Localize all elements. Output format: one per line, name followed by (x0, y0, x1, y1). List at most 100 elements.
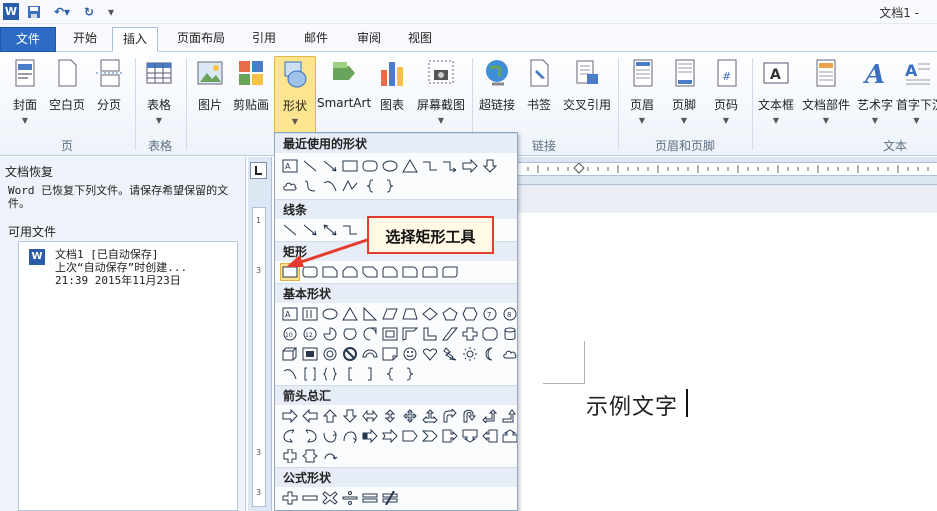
left-right-arrow-callout-shape-icon[interactable] (300, 447, 320, 465)
moon-shape-icon[interactable] (480, 345, 500, 363)
tab-mailings[interactable]: 邮件 (295, 27, 337, 52)
word-app-icon[interactable]: W (3, 3, 19, 20)
round-same-side-rectangle-shape-icon[interactable] (420, 263, 440, 281)
curved-left-arrow-shape-icon[interactable] (300, 427, 320, 445)
clip-art-button[interactable]: 剪贴画 (230, 56, 272, 136)
can-shape-icon[interactable] (500, 325, 517, 343)
diagonal-stripe-shape-icon[interactable] (440, 325, 460, 343)
diamond-shape-icon[interactable] (420, 305, 440, 323)
arc-shape-icon[interactable] (320, 177, 340, 195)
dodecagon-shape-icon[interactable]: 12 (300, 325, 320, 343)
equal-sign-shape-icon[interactable] (360, 489, 380, 507)
chart-button[interactable]: 图表 (373, 56, 411, 136)
left-brace-shape-icon[interactable] (380, 365, 400, 383)
cover-page-button[interactable]: 封面 ▼ (6, 56, 44, 136)
down-arrow-callout-shape-icon[interactable] (460, 427, 480, 445)
quad-arrow-callout-shape-icon[interactable] (280, 447, 300, 465)
plus-sign-shape-icon[interactable] (280, 489, 300, 507)
plaque-shape-icon[interactable] (480, 325, 500, 343)
quad-arrow-shape-icon[interactable] (400, 407, 420, 425)
triangle-shape-icon[interactable] (400, 157, 420, 175)
double-bracket-shape-icon[interactable] (300, 365, 320, 383)
parallelogram-shape-icon[interactable] (380, 305, 400, 323)
wordart-button[interactable]: A 艺术字 ▼ (855, 56, 895, 136)
left-right-up-arrow-shape-icon[interactable] (420, 407, 440, 425)
right-brace-shape-icon[interactable] (380, 177, 400, 195)
curved-up-arrow-shape-icon[interactable] (320, 427, 340, 445)
heptagon-shape-icon[interactable]: 7 (480, 305, 500, 323)
arc-shape-icon[interactable] (280, 365, 300, 383)
frame-shape-icon[interactable] (380, 325, 400, 343)
bookmark-button[interactable]: 书签 (520, 56, 558, 136)
block-arc-shape-icon[interactable] (360, 345, 380, 363)
octagon-shape-icon[interactable]: 8 (500, 305, 517, 323)
quick-parts-button[interactable]: 文档部件 ▼ (799, 56, 853, 136)
teardrop-shape-icon[interactable] (360, 325, 380, 343)
right-arrow-shape-icon[interactable] (460, 157, 480, 175)
undo-icon[interactable]: ↶▾ (48, 3, 76, 20)
arrow-line-shape-icon[interactable] (320, 157, 340, 175)
save-icon[interactable] (26, 3, 42, 20)
smartart-button[interactable]: SmartArt (317, 56, 371, 136)
header-button[interactable]: 页眉 ▼ (622, 56, 662, 136)
rounded-rectangle-shape-icon[interactable] (360, 157, 380, 175)
document-area[interactable]: 示例文字 (518, 157, 937, 511)
cloud-shape-icon[interactable] (280, 177, 300, 195)
l-shape-icon[interactable] (420, 325, 440, 343)
round-diagonal-rectangle-shape-icon[interactable] (440, 263, 460, 281)
text-box-button[interactable]: A 文本框 ▼ (755, 56, 797, 136)
right-triangle-shape-icon[interactable] (360, 305, 380, 323)
hyperlink-button[interactable]: 超链接 (476, 56, 518, 136)
u-turn-arrow-shape-icon[interactable] (460, 407, 480, 425)
up-arrow-callout-shape-icon[interactable] (500, 427, 517, 445)
division-sign-shape-icon[interactable] (340, 489, 360, 507)
cloud-shape-icon[interactable] (500, 345, 517, 363)
not-equal-sign-shape-icon[interactable] (380, 489, 400, 507)
smiley-face-icon[interactable] (400, 345, 420, 363)
tab-page-layout[interactable]: 页面布局 (168, 27, 234, 52)
hexagon-shape-icon[interactable] (460, 305, 480, 323)
heart-shape-icon[interactable] (420, 345, 440, 363)
snip-round-rectangle-shape-icon[interactable] (380, 263, 400, 281)
decagon-shape-icon[interactable]: 10 (280, 325, 300, 343)
page-break-button[interactable]: 分页 (90, 56, 128, 136)
pentagon-shape-icon[interactable] (440, 305, 460, 323)
down-arrow-shape-icon[interactable] (480, 157, 500, 175)
donut-shape-icon[interactable] (320, 345, 340, 363)
oval-shape-icon[interactable] (320, 305, 340, 323)
curve-shape-icon[interactable] (300, 177, 320, 195)
curved-right-arrow-shape-icon[interactable] (280, 427, 300, 445)
circular-arrow-shape-icon[interactable] (320, 447, 340, 465)
recovered-file-item[interactable]: W 文档1 [已自动保存] 上次“自动保存”时创建... 21:39 2015年… (29, 248, 234, 287)
shapes-button[interactable]: 形状 ▼ (274, 56, 316, 136)
tab-home[interactable]: 开始 (62, 27, 108, 52)
cube-shape-icon[interactable] (280, 345, 300, 363)
customize-icon[interactable]: ▾ (104, 3, 118, 20)
up-down-arrow-shape-icon[interactable] (380, 407, 400, 425)
triangle-shape-icon[interactable] (340, 305, 360, 323)
tab-file[interactable]: 文件 (0, 27, 56, 52)
rectangle-shape-icon[interactable] (340, 157, 360, 175)
left-bracket-shape-icon[interactable] (340, 365, 360, 383)
left-arrow-shape-icon[interactable] (300, 407, 320, 425)
elbow-arrow-shape-icon[interactable] (440, 157, 460, 175)
line-shape-icon[interactable] (300, 157, 320, 175)
left-brace-shape-icon[interactable] (360, 177, 380, 195)
cross-reference-button[interactable]: 交叉引用 (560, 56, 614, 136)
up-arrow-shape-icon[interactable] (320, 407, 340, 425)
tab-insert[interactable]: 插入 (112, 27, 158, 52)
left-up-arrow-shape-icon[interactable] (480, 407, 500, 425)
right-brace-shape-icon[interactable] (400, 365, 420, 383)
document-text[interactable]: 示例文字 (586, 389, 678, 421)
tab-view[interactable]: 视图 (399, 27, 441, 52)
cross-shape-icon[interactable] (460, 325, 480, 343)
pie-shape-icon[interactable] (320, 325, 340, 343)
double-brace-shape-icon[interactable] (320, 365, 340, 383)
round-single-corner-rectangle-shape-icon[interactable] (400, 263, 420, 281)
minus-sign-shape-icon[interactable] (300, 489, 320, 507)
tab-review[interactable]: 审阅 (348, 27, 390, 52)
footer-button[interactable]: 页脚 ▼ (664, 56, 704, 136)
page-number-button[interactable]: # 页码 ▼ (706, 56, 746, 136)
redo-icon[interactable]: ↻ (80, 3, 98, 20)
folded-corner-shape-icon[interactable] (380, 345, 400, 363)
